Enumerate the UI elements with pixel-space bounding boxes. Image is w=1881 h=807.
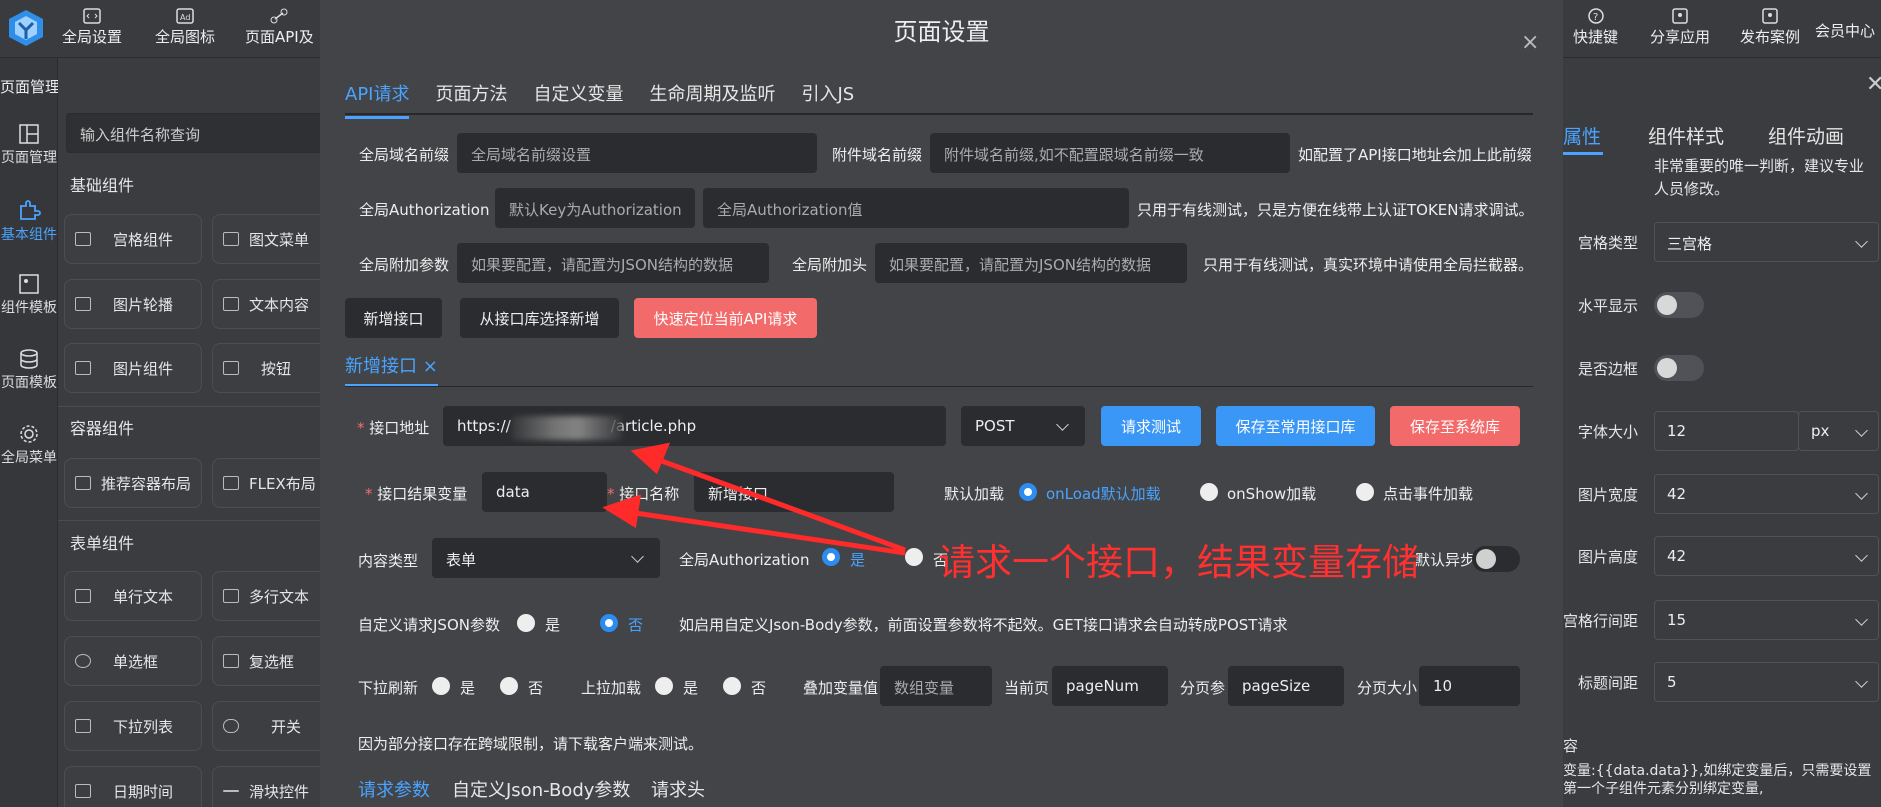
annotation-text: 请求一个接口，结果变量存储 [938, 541, 1419, 584]
annotation-arrows [602, 442, 906, 556]
